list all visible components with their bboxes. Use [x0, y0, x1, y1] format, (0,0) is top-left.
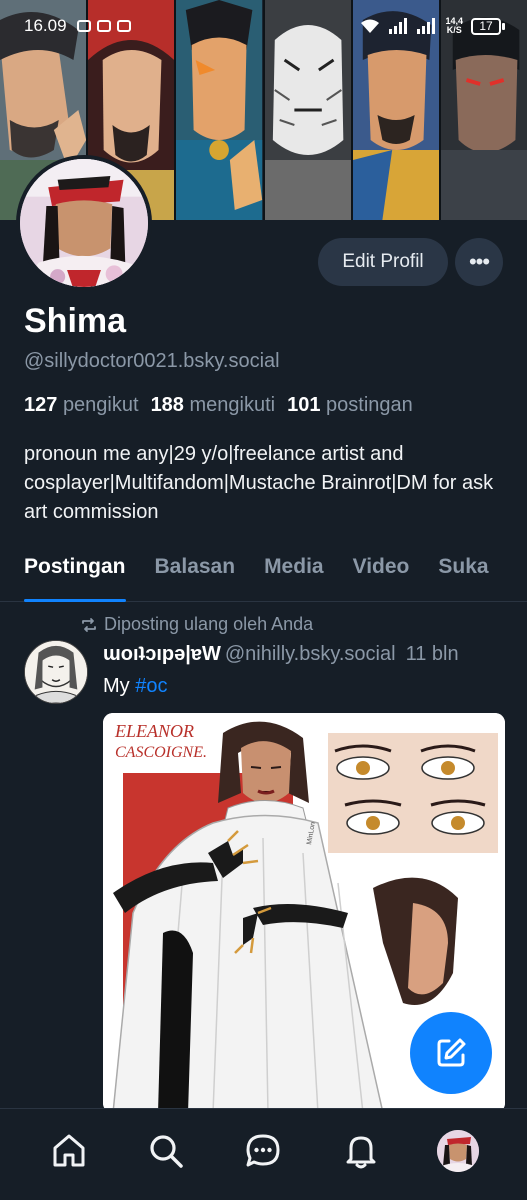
speed-unit: K/S	[446, 25, 462, 35]
repost-label: Diposting ulang oleh Anda	[104, 614, 314, 634]
posts-stat: 101 postingan	[287, 394, 413, 417]
status-time: 16.09	[24, 16, 67, 35]
search-icon	[150, 1134, 183, 1168]
edit-profile-button[interactable]: Edit Profil	[318, 238, 448, 286]
tab-postingan[interactable]: Postingan	[24, 550, 126, 602]
tab-suka[interactable]: Suka	[438, 550, 488, 602]
status-bar: 16.09 14,4 K/S 17	[0, 0, 527, 52]
repost-icon	[82, 617, 96, 632]
bell-icon	[346, 1136, 376, 1168]
tab-balasan[interactable]: Balasan	[155, 550, 236, 602]
post-timestamp: 11 bln	[405, 643, 459, 665]
nav-profile-avatar	[437, 1129, 480, 1172]
bottom-navigation	[0, 1108, 527, 1200]
profile-bio: pronoun me any|29 y/o|freelance artist a…	[24, 443, 494, 523]
post-text-prefix: My	[103, 675, 136, 697]
chat-icon	[246, 1134, 280, 1166]
compose-post-button[interactable]	[410, 1012, 492, 1094]
tab-media[interactable]: Media	[264, 550, 324, 602]
profile-avatar[interactable]	[16, 155, 152, 291]
repost-indicator: Diposting ulang oleh Anda	[80, 614, 313, 635]
post-author-name[interactable]: ɯoıʇɔıpǝ|ɐW	[103, 643, 221, 665]
following-count: 188	[150, 394, 184, 416]
notification-icons	[76, 20, 131, 32]
notification-icon	[116, 20, 131, 32]
more-options-button[interactable]: •••	[455, 238, 503, 286]
following-stat[interactable]: 188 mengikuti	[151, 394, 276, 417]
nav-notifications[interactable]	[337, 1127, 385, 1175]
following-label: mengikuti	[189, 394, 276, 416]
post-text: My #oc	[103, 675, 167, 698]
display-name: Shima	[24, 302, 127, 340]
followers-stat[interactable]: 127 pengikut	[24, 394, 139, 417]
post-header: ɯoıʇɔıpǝ|ɐW @nihilly.bsky.social 11 bln	[103, 643, 459, 666]
compose-icon	[437, 1038, 466, 1067]
profile-stats: 127 pengikut 188 mengikuti 101 postingan	[24, 394, 413, 417]
posts-count: 101	[287, 394, 321, 416]
battery-indicator: 17	[471, 17, 505, 35]
battery-level: 17	[471, 17, 501, 35]
signal-icon	[417, 18, 436, 34]
nav-chat[interactable]	[239, 1127, 287, 1175]
image-caption-line2: CASCOIGNE.	[115, 744, 207, 761]
nav-home[interactable]	[45, 1127, 93, 1175]
wifi-icon	[361, 19, 380, 33]
post-author-avatar[interactable]	[24, 640, 88, 704]
post-author-handle[interactable]: @nihilly.bsky.social	[225, 643, 396, 665]
signal-icon	[389, 18, 408, 34]
posts-label: postingan	[326, 394, 413, 416]
nav-search[interactable]	[142, 1127, 190, 1175]
image-caption-line1: ELEANOR	[114, 721, 194, 741]
notification-icon	[76, 20, 91, 32]
profile-tabs: Postingan Balasan Media Video Suka	[0, 550, 527, 602]
status-right: 14,4 K/S 17	[359, 17, 505, 35]
home-icon	[53, 1134, 85, 1166]
followers-label: pengikut	[62, 394, 139, 416]
network-speed: 14,4 K/S	[445, 17, 463, 35]
battery-tip	[502, 22, 505, 30]
notification-icon	[96, 20, 111, 32]
profile-handle: @sillydoctor0021.bsky.social	[24, 350, 280, 372]
hashtag-link[interactable]: #oc	[135, 675, 167, 697]
nav-profile[interactable]	[434, 1127, 482, 1175]
followers-count: 127	[24, 394, 58, 416]
tab-video[interactable]: Video	[353, 550, 410, 602]
